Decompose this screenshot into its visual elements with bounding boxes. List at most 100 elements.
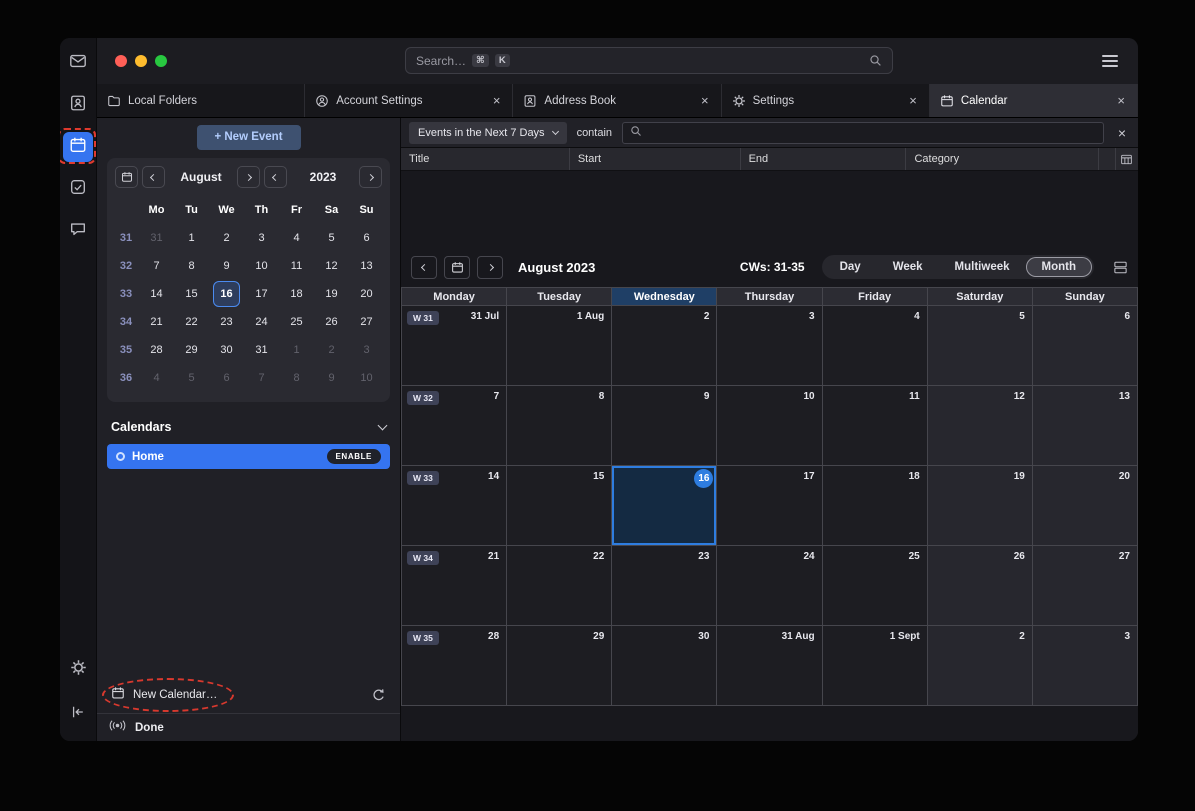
mini-calendar-day[interactable]: 3: [349, 336, 384, 364]
month-day-cell[interactable]: 9: [612, 386, 717, 466]
month-day-cell[interactable]: W 3131 Jul: [402, 306, 507, 386]
mini-calendar-day[interactable]: 6: [209, 364, 244, 392]
mini-calendar-day[interactable]: 11: [279, 252, 314, 280]
month-day-cell[interactable]: 2: [612, 306, 717, 386]
mini-calendar-day[interactable]: 19: [314, 280, 349, 308]
previous-period-button[interactable]: [411, 256, 437, 279]
mini-calendar-day[interactable]: 18: [279, 280, 314, 308]
tab-address-book[interactable]: Address Book ×: [513, 84, 721, 117]
month-day-cell[interactable]: 30: [612, 626, 717, 706]
month-day-cell[interactable]: W 3528: [402, 626, 507, 706]
mini-calendar-day[interactable]: 6: [349, 224, 384, 252]
mini-calendar-day[interactable]: 16: [213, 281, 240, 307]
spaces-item-settings[interactable]: [63, 655, 93, 685]
mini-calendar-day[interactable]: 23: [209, 308, 244, 336]
column-header-start[interactable]: Start: [570, 148, 741, 170]
spaces-item-chat[interactable]: [63, 216, 93, 246]
mini-calendar-day[interactable]: 13: [349, 252, 384, 280]
month-day-cell[interactable]: 29: [507, 626, 612, 706]
month-day-cell[interactable]: 18: [823, 466, 928, 546]
month-day-cell[interactable]: 13: [1033, 386, 1138, 466]
next-month-button[interactable]: [237, 166, 260, 188]
month-day-cell[interactable]: 19: [928, 466, 1033, 546]
month-day-cell[interactable]: 27: [1033, 546, 1138, 626]
month-day-cell[interactable]: 22: [507, 546, 612, 626]
tab-calendar[interactable]: Calendar ×: [930, 84, 1138, 117]
mini-calendar-day[interactable]: 5: [314, 224, 349, 252]
month-day-cell[interactable]: 24: [717, 546, 822, 626]
mini-calendar-week-number[interactable]: 33: [113, 280, 139, 308]
close-filter-icon[interactable]: ×: [1114, 125, 1130, 141]
spaces-item-tasks[interactable]: [63, 174, 93, 204]
global-search-bar[interactable]: Search… ⌘ K: [405, 47, 893, 74]
tab-settings[interactable]: Settings ×: [722, 84, 930, 117]
month-day-cell[interactable]: 25: [823, 546, 928, 626]
mini-calendar-day[interactable]: 10: [349, 364, 384, 392]
month-day-cell[interactable]: 31 Aug: [717, 626, 822, 706]
tab-close-icon[interactable]: ×: [699, 93, 711, 108]
column-header-end[interactable]: End: [741, 148, 907, 170]
mini-calendar-day[interactable]: 26: [314, 308, 349, 336]
month-day-cell[interactable]: 12: [928, 386, 1033, 466]
mini-calendar-day[interactable]: 29: [174, 336, 209, 364]
month-day-cell[interactable]: 17: [717, 466, 822, 546]
view-button-week[interactable]: Week: [877, 257, 939, 277]
mini-calendar-day[interactable]: 28: [139, 336, 174, 364]
month-day-cell[interactable]: 23: [612, 546, 717, 626]
mini-calendar-day[interactable]: 20: [349, 280, 384, 308]
mini-calendar-day[interactable]: 10: [244, 252, 279, 280]
next-year-button[interactable]: [359, 166, 382, 188]
month-day-cell[interactable]: 6: [1033, 306, 1138, 386]
month-day-cell[interactable]: 3: [717, 306, 822, 386]
tab-local-folders[interactable]: Local Folders: [97, 84, 305, 117]
go-to-today-button[interactable]: [444, 256, 470, 279]
week-number-badge[interactable]: W 31: [407, 311, 439, 325]
previous-month-button[interactable]: [142, 166, 165, 188]
spaces-item-address-book[interactable]: [63, 90, 93, 120]
mini-calendar-day[interactable]: 7: [139, 252, 174, 280]
event-search-field[interactable]: [622, 122, 1104, 144]
week-number-badge[interactable]: W 33: [407, 471, 439, 485]
mini-calendar-day[interactable]: 31: [244, 336, 279, 364]
zoom-window-button[interactable]: [155, 55, 167, 67]
mini-calendar-day[interactable]: 22: [174, 308, 209, 336]
mini-calendar-day[interactable]: 7: [244, 364, 279, 392]
week-number-badge[interactable]: W 35: [407, 631, 439, 645]
week-number-badge[interactable]: W 32: [407, 391, 439, 405]
mini-calendar-week-number[interactable]: 32: [113, 252, 139, 280]
mini-calendar-day[interactable]: 27: [349, 308, 384, 336]
tab-close-icon[interactable]: ×: [907, 93, 919, 108]
mini-calendar-day[interactable]: 30: [209, 336, 244, 364]
mini-calendar-day[interactable]: 4: [279, 224, 314, 252]
mini-calendar-day[interactable]: 8: [279, 364, 314, 392]
new-event-button[interactable]: + New Event: [197, 125, 301, 150]
mini-calendar-day[interactable]: 2: [314, 336, 349, 364]
mini-calendar-day[interactable]: 2: [209, 224, 244, 252]
next-period-button[interactable]: [477, 256, 503, 279]
close-window-button[interactable]: [115, 55, 127, 67]
column-header-title[interactable]: Title: [401, 148, 570, 170]
tab-account-settings[interactable]: Account Settings ×: [305, 84, 513, 117]
calendar-pane-toggle-icon[interactable]: [1113, 260, 1128, 275]
mini-calendar-day[interactable]: 25: [279, 308, 314, 336]
mini-calendar-day[interactable]: 31: [139, 224, 174, 252]
month-day-cell[interactable]: 20: [1033, 466, 1138, 546]
week-number-badge[interactable]: W 34: [407, 551, 439, 565]
mini-calendar-day[interactable]: 21: [139, 308, 174, 336]
month-day-cell[interactable]: 8: [507, 386, 612, 466]
tab-close-icon[interactable]: ×: [1115, 93, 1127, 108]
mini-calendar-day[interactable]: 3: [244, 224, 279, 252]
mini-calendar-day[interactable]: 9: [314, 364, 349, 392]
column-picker-icon[interactable]: [1115, 148, 1138, 170]
spaces-collapse-button[interactable]: [63, 699, 93, 729]
mini-calendar-day[interactable]: 24: [244, 308, 279, 336]
month-day-cell[interactable]: 5: [928, 306, 1033, 386]
month-day-cell[interactable]: 26: [928, 546, 1033, 626]
month-day-cell[interactable]: 3: [1033, 626, 1138, 706]
mini-calendar-day[interactable]: 17: [244, 280, 279, 308]
column-header-category[interactable]: Category: [906, 148, 1098, 170]
mini-calendar-day[interactable]: 8: [174, 252, 209, 280]
month-day-cell[interactable]: 10: [717, 386, 822, 466]
month-day-cell[interactable]: 15: [507, 466, 612, 546]
view-button-day[interactable]: Day: [824, 257, 877, 277]
